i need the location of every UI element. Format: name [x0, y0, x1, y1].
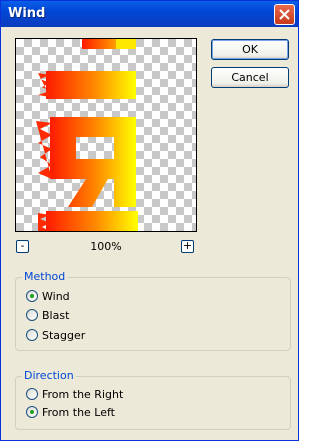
method-group: Method Wind Blast Stagger — [15, 270, 291, 351]
preview-image — [36, 39, 138, 231]
radio-button[interactable] — [26, 329, 38, 341]
window-title: Wind — [8, 6, 46, 21]
radio-label: From the Left — [42, 406, 115, 419]
wind-dialog: Wind OK Cancel - 100% + Method Wind Blas… — [0, 0, 299, 441]
radio-button[interactable] — [26, 406, 38, 418]
close-button[interactable] — [274, 4, 295, 25]
filter-preview[interactable] — [15, 38, 197, 232]
close-icon — [279, 9, 290, 20]
radio-label: Stagger — [42, 329, 86, 342]
ok-button[interactable]: OK — [211, 39, 289, 60]
radio-button[interactable] — [26, 309, 38, 321]
zoom-in-button[interactable]: + — [181, 240, 194, 253]
zoom-out-button[interactable]: - — [16, 240, 29, 253]
direction-group: Direction From the Right From the Left — [15, 369, 291, 430]
radio-button[interactable] — [26, 388, 38, 400]
radio-label: From the Right — [42, 388, 124, 401]
method-group-label: Method — [22, 270, 68, 283]
title-bar[interactable]: Wind — [1, 1, 298, 27]
cancel-button[interactable]: Cancel — [211, 67, 289, 88]
direction-group-label: Direction — [22, 369, 76, 382]
radio-label: Wind — [42, 290, 70, 303]
radio-selected-dot — [30, 294, 34, 298]
zoom-level: 100% — [90, 240, 122, 253]
radio-selected-dot — [30, 410, 34, 414]
radio-button[interactable] — [26, 290, 38, 302]
radio-label: Blast — [42, 309, 70, 322]
